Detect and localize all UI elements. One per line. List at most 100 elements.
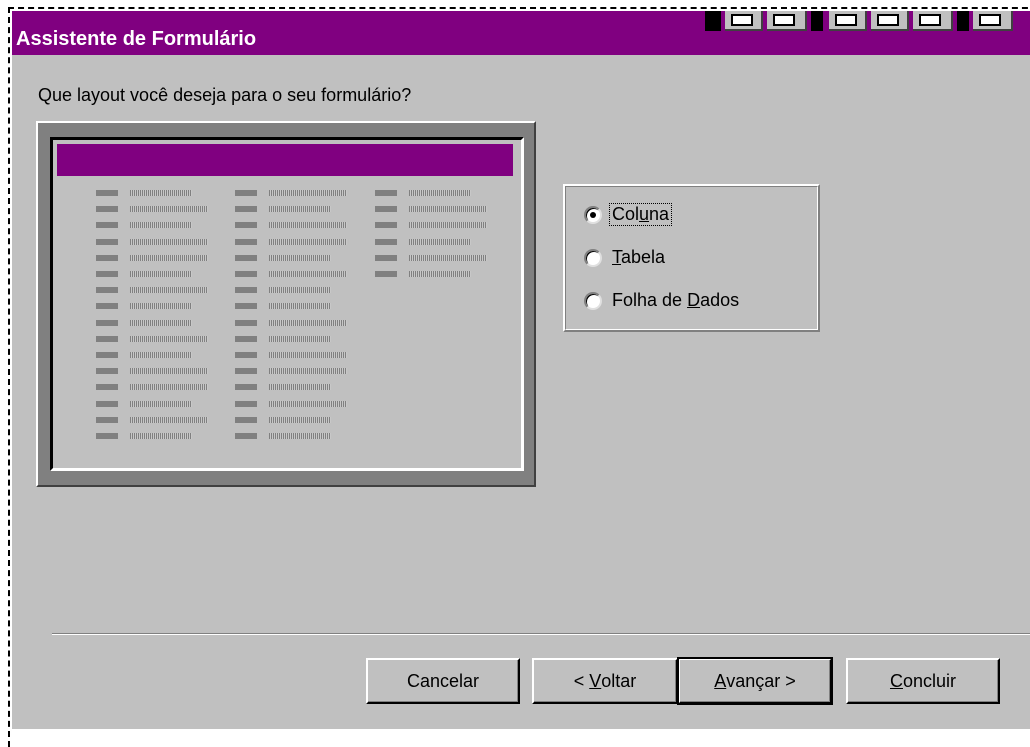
preview-field-box (130, 416, 208, 423)
preview-field-label (96, 238, 118, 245)
option-tabela-label: Tabela (612, 247, 666, 267)
preview-field-box (269, 303, 331, 310)
preview-field-label (96, 319, 118, 326)
preview-field-box (130, 368, 208, 375)
preview-field-label (235, 254, 257, 261)
option-folha-de-dados-label: Folha de Dados (612, 290, 740, 310)
preview-field-box (130, 206, 208, 213)
spell-check-icon (973, 11, 1013, 31)
preview-field-box (269, 271, 347, 277)
preview-field-label (96, 433, 118, 439)
preview-field-box (130, 335, 208, 342)
preview-field-label (96, 368, 118, 375)
radio-coluna[interactable] (584, 206, 602, 224)
preview-field-box (269, 206, 331, 213)
preview-field-box (409, 190, 471, 196)
preview-field-label (235, 416, 257, 423)
preview-field-box (409, 254, 487, 261)
preview-field-box (269, 319, 347, 326)
toolbar-icon (705, 11, 721, 31)
back-button[interactable]: < Voltar (532, 658, 678, 704)
preview-field-label (96, 303, 118, 310)
preview-field-box (269, 335, 331, 342)
preview-field-box (269, 384, 331, 391)
cancel-button[interactable]: Cancelar (366, 658, 520, 704)
chart-icon (913, 11, 953, 31)
preview-field-label (375, 238, 397, 245)
preview-field-label (235, 352, 257, 358)
preview-field-label (235, 368, 257, 375)
preview-field-label (235, 303, 257, 310)
preview-field-label (96, 400, 118, 407)
preview-field-label (235, 335, 257, 342)
preview-field-box (130, 238, 208, 245)
preview-field-box (130, 433, 192, 439)
layout-question: Que layout você deseja para o seu formul… (38, 85, 412, 105)
toolbar-icon (811, 11, 823, 31)
print-icon (725, 11, 763, 31)
preview-field-label (96, 271, 118, 277)
preview-field-box (269, 433, 331, 439)
preview-field-label (235, 287, 257, 294)
preview-field-box (409, 238, 471, 245)
preview-field-label (235, 206, 257, 213)
copy-icon (829, 11, 867, 31)
preview-field-box (409, 206, 487, 213)
preview-field-label (375, 222, 397, 229)
radio-folha-de-dados[interactable] (584, 292, 602, 310)
radio-tabela[interactable] (584, 249, 602, 267)
preview-header-bar (57, 144, 513, 176)
preview-field-box (269, 287, 331, 294)
preview-field-label (375, 254, 397, 261)
preview-field-label (96, 206, 118, 213)
preview-field-label (235, 238, 257, 245)
preview-field-box (269, 368, 347, 375)
layout-preview (36, 121, 536, 487)
option-coluna-label: Coluna (608, 203, 673, 226)
toolbar-icon (957, 11, 969, 31)
preview-field-label (235, 222, 257, 229)
preview-field-label (96, 352, 118, 358)
open-folder-icon (767, 11, 807, 31)
preview-field-label (235, 271, 257, 277)
preview-field-box (269, 222, 347, 229)
preview-field-label (235, 190, 257, 196)
preview-field-label (235, 400, 257, 407)
next-button[interactable]: Avançar > (677, 657, 833, 705)
window-title: Assistente de Formulário (16, 28, 257, 50)
preview-field-box (409, 222, 487, 229)
preview-field-label (96, 416, 118, 423)
preview-field-box (269, 400, 347, 407)
preview-field-label (96, 222, 118, 229)
preview-field-box (269, 254, 331, 261)
preview-field-box (269, 190, 347, 196)
preview-field-box (130, 400, 192, 407)
preview-field-label (375, 271, 397, 277)
preview-field-label (375, 206, 397, 213)
preview-field-label (96, 335, 118, 342)
preview-field-box (269, 238, 347, 245)
preview-field-label (375, 190, 397, 196)
mail-icon (871, 11, 909, 31)
preview-field-box (130, 254, 208, 261)
button-separator (52, 633, 1030, 635)
preview-field-box (130, 190, 192, 196)
finish-button[interactable]: Concluir (846, 658, 1000, 704)
preview-field-box (130, 384, 208, 391)
preview-field-box (130, 352, 192, 358)
form-wizard-dialog: Assistente de Formulário Que layout você… (12, 11, 1030, 729)
preview-field-label (96, 254, 118, 261)
preview-field-label (96, 287, 118, 294)
preview-field-box (269, 352, 347, 358)
layout-option-group: Coluna Tabela Folha de Dados (563, 184, 820, 332)
preview-field-label (235, 319, 257, 326)
layout-preview-canvas (50, 137, 524, 471)
preview-field-label (96, 384, 118, 391)
preview-field-box (130, 222, 192, 229)
preview-field-label (235, 433, 257, 439)
preview-field-box (409, 271, 471, 277)
preview-field-label (235, 384, 257, 391)
preview-field-box (130, 287, 208, 294)
preview-field-label (96, 190, 118, 196)
title-bar[interactable]: Assistente de Formulário (12, 11, 1030, 55)
